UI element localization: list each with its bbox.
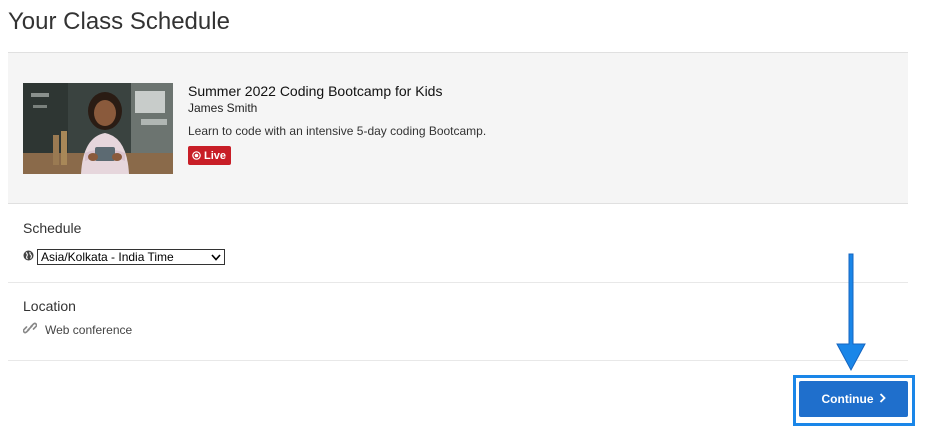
continue-button-label: Continue	[821, 392, 874, 406]
chevron-down-icon	[211, 250, 221, 264]
globe-icon	[23, 248, 34, 266]
course-card: Summer 2022 Coding Bootcamp for Kids Jam…	[8, 52, 908, 204]
location-label: Location	[23, 298, 76, 314]
course-description: Learn to code with an intensive 5-day co…	[188, 124, 487, 138]
section-divider	[8, 360, 908, 361]
location-value: Web conference	[45, 322, 133, 337]
annotation-arrow-icon	[836, 253, 866, 372]
link-icon	[22, 322, 38, 337]
continue-button[interactable]: Continue	[799, 381, 908, 417]
schedule-label: Schedule	[23, 220, 82, 236]
timezone-row: Asia/Kolkata - India Time	[23, 248, 225, 266]
page-title: Your Class Schedule	[8, 8, 230, 35]
course-instructor: James Smith	[188, 101, 258, 115]
timezone-select[interactable]: Asia/Kolkata - India Time	[37, 249, 225, 265]
course-title[interactable]: Summer 2022 Coding Bootcamp for Kids	[188, 83, 442, 99]
live-badge: Live	[188, 146, 232, 165]
timezone-selected-value: Asia/Kolkata - India Time	[41, 250, 174, 264]
live-badge-label: Live	[204, 149, 227, 162]
course-thumbnail	[23, 83, 173, 174]
location-row: Web conference	[22, 322, 133, 337]
live-icon	[192, 151, 201, 160]
section-divider	[8, 282, 908, 283]
chevron-right-icon	[879, 392, 886, 406]
